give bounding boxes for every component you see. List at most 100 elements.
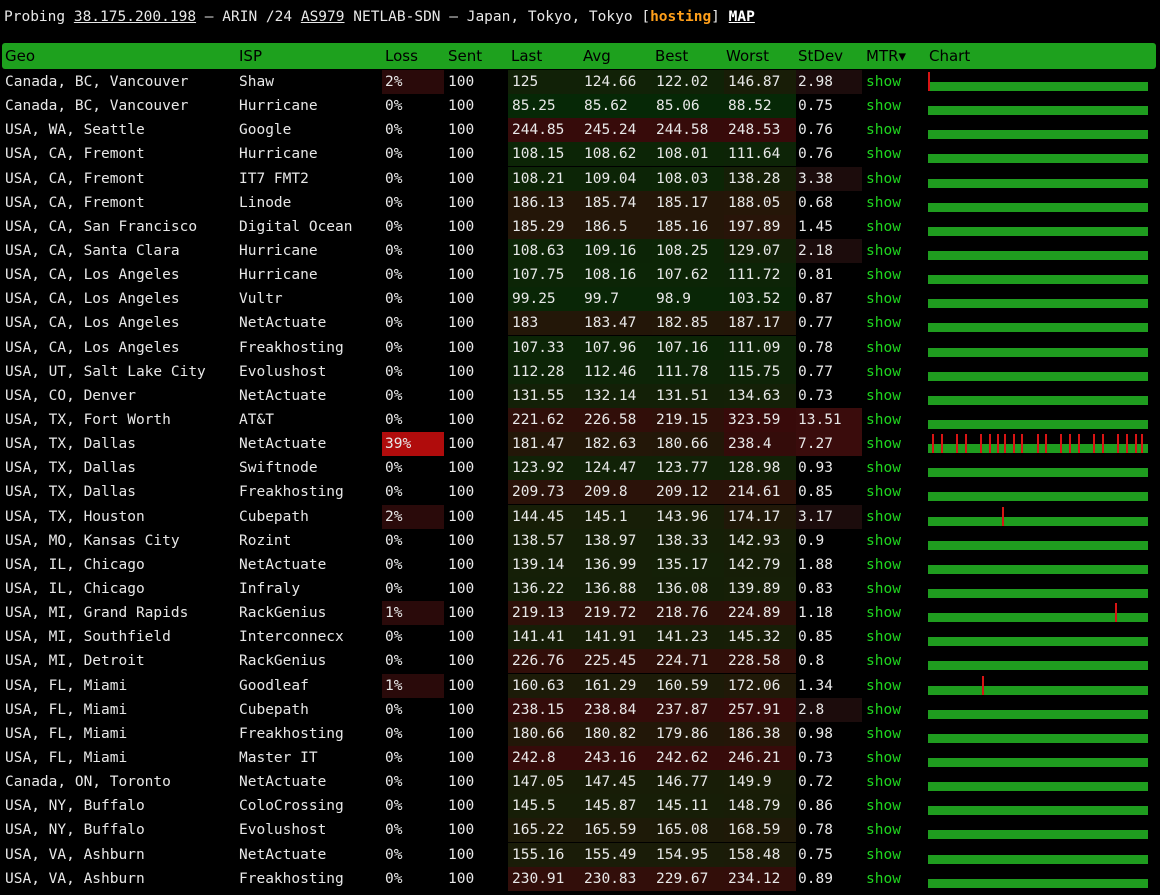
latency-baseline xyxy=(928,685,1148,695)
isp-cell: Digital Ocean xyxy=(239,218,353,235)
last-cell: 144.45 xyxy=(508,504,580,529)
col-stdev[interactable]: StDev xyxy=(798,47,843,65)
table-row: USA, CA, Fremont IT7 FMT2 0% 100 108.21 109.0… xyxy=(0,166,1160,191)
avg-cell: 136.99 xyxy=(580,552,652,577)
avg-cell: 219.72 xyxy=(580,601,652,626)
col-last[interactable]: Last xyxy=(511,47,542,65)
loss-cell: 2% xyxy=(382,504,444,529)
latency-chart xyxy=(928,722,1150,746)
mtr-show-link[interactable]: show xyxy=(866,529,901,553)
geo-cell: USA, CA, Los Angeles xyxy=(5,315,180,332)
table-row: USA, CA, Santa Clara Hurricane 0% 100 108.63… xyxy=(0,238,1160,263)
loss-spike xyxy=(1126,434,1128,454)
geo-cell: USA, CA, Fremont xyxy=(5,194,145,211)
mtr-show-link[interactable]: show xyxy=(866,118,901,142)
latency-chart xyxy=(928,215,1150,239)
table-row: USA, CA, San Francisco Digital Ocean 0% 100… xyxy=(0,214,1160,239)
mtr-show-link[interactable]: show xyxy=(866,287,901,311)
latency-chart-svg xyxy=(928,564,1148,574)
col-sent[interactable]: Sent xyxy=(448,47,482,65)
col-geo[interactable]: Geo xyxy=(5,47,35,65)
mtr-show-link[interactable]: show xyxy=(866,167,901,191)
mtr-show-link[interactable]: show xyxy=(866,818,901,842)
avg-cell: 161.29 xyxy=(580,673,652,698)
mtr-show-link[interactable]: show xyxy=(866,360,901,384)
latency-baseline xyxy=(928,347,1148,357)
asn-link[interactable]: AS979 xyxy=(301,9,345,25)
best-cell: 85.06 xyxy=(652,94,724,119)
mtr-show-link[interactable]: show xyxy=(866,625,901,649)
latency-chart xyxy=(928,794,1150,818)
mtr-show-link[interactable]: show xyxy=(866,770,901,794)
mtr-show-link[interactable]: show xyxy=(866,601,901,625)
isp-cell: NetActuate xyxy=(239,556,327,573)
avg-cell: 186.5 xyxy=(580,214,652,239)
avg-cell: 124.66 xyxy=(580,70,652,94)
mtr-show-link[interactable]: show xyxy=(866,384,901,408)
avg-cell: 183.47 xyxy=(580,311,652,336)
mtr-show-link[interactable]: show xyxy=(866,336,901,360)
isp-cell: Swiftnode xyxy=(239,460,318,477)
col-mtr[interactable]: MTR▾ xyxy=(866,47,906,65)
mtr-show-link[interactable]: show xyxy=(866,456,901,480)
stdev-cell: 0.98 xyxy=(798,725,833,742)
latency-baseline xyxy=(928,275,1148,285)
sent-cell: 100 xyxy=(448,774,475,791)
mtr-show-link[interactable]: show xyxy=(866,191,901,215)
sent-cell: 100 xyxy=(448,822,475,839)
last-cell: 123.92 xyxy=(508,456,580,481)
mtr-show-link[interactable]: show xyxy=(866,698,901,722)
mtr-show-link[interactable]: show xyxy=(866,239,901,263)
mtr-show-link[interactable]: show xyxy=(866,70,901,94)
best-cell: 237.87 xyxy=(652,697,724,722)
mtr-show-link[interactable]: show xyxy=(866,674,901,698)
mtr-show-link[interactable]: show xyxy=(866,480,901,504)
avg-cell: 226.58 xyxy=(580,407,652,432)
mtr-show-link[interactable]: show xyxy=(866,553,901,577)
worst-cell: 188.05 xyxy=(724,190,796,215)
latency-chart-svg xyxy=(928,675,1148,695)
loss-cell: 0% xyxy=(385,725,403,742)
avg-cell: 109.04 xyxy=(580,166,652,191)
avg-cell: 238.84 xyxy=(580,697,652,722)
mtr-show-link[interactable]: show xyxy=(866,311,901,335)
col-avg[interactable]: Avg xyxy=(583,47,611,65)
isp-cell: Cubepath xyxy=(239,701,309,718)
sent-cell: 100 xyxy=(448,98,475,115)
table-row: USA, MI, Grand Rapids RackGenius 1% 100 219.… xyxy=(0,601,1160,626)
worst-cell: 214.61 xyxy=(724,480,796,505)
mtr-show-link[interactable]: show xyxy=(866,142,901,166)
mtr-show-link[interactable]: show xyxy=(866,263,901,287)
mtr-show-link[interactable]: show xyxy=(866,843,901,867)
mtr-show-link[interactable]: show xyxy=(866,432,901,456)
mtr-show-link[interactable]: show xyxy=(866,408,901,432)
worst-cell: 111.09 xyxy=(724,335,796,360)
map-link[interactable]: MAP xyxy=(729,9,755,25)
isp-cell: Google xyxy=(239,122,292,139)
stdev-cell: 0.78 xyxy=(798,822,833,839)
mtr-show-link[interactable]: show xyxy=(866,577,901,601)
mtr-show-link[interactable]: show xyxy=(866,649,901,673)
mtr-show-link[interactable]: show xyxy=(866,867,901,891)
mtr-show-link[interactable]: show xyxy=(866,94,901,118)
geo-cell: USA, CA, Fremont xyxy=(5,170,145,187)
last-cell: 244.85 xyxy=(508,118,580,143)
col-best[interactable]: Best xyxy=(655,47,688,65)
mtr-show-link[interactable]: show xyxy=(866,215,901,239)
col-isp[interactable]: ISP xyxy=(239,47,262,65)
col-worst[interactable]: Worst xyxy=(726,47,769,65)
col-loss[interactable]: Loss xyxy=(385,47,418,65)
mtr-show-link[interactable]: show xyxy=(866,794,901,818)
latency-chart xyxy=(928,553,1150,577)
loss-spike xyxy=(1045,434,1047,454)
ip-link[interactable]: 38.175.200.198 xyxy=(74,9,196,25)
table-row: USA, WA, Seattle Google 0% 100 244.85 245.24 2… xyxy=(0,118,1160,143)
mtr-show-link[interactable]: show xyxy=(866,505,901,529)
loss-spike xyxy=(1115,603,1117,623)
mtr-show-link[interactable]: show xyxy=(866,722,901,746)
latency-chart xyxy=(928,746,1150,770)
table-row: USA, FL, Miami Cubepath 0% 100 238.15 238.84 2… xyxy=(0,697,1160,722)
latency-chart xyxy=(928,818,1150,842)
mtr-show-link[interactable]: show xyxy=(866,746,901,770)
best-cell: 229.67 xyxy=(652,866,724,891)
